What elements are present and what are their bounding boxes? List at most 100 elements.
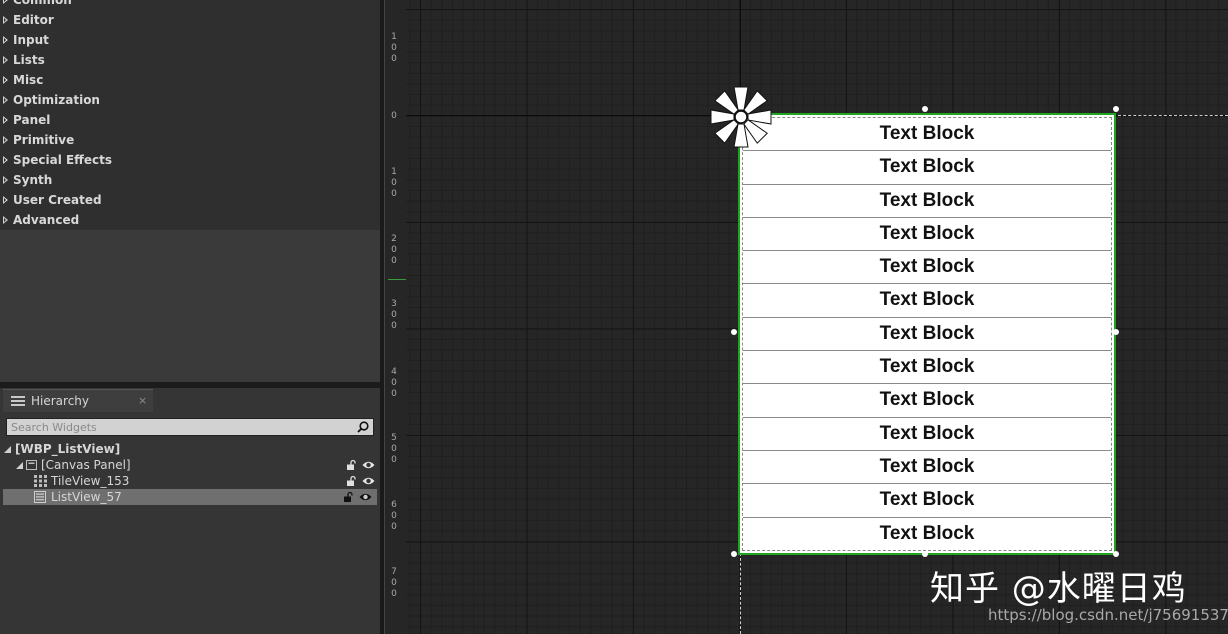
watermark-url: https://blog.csdn.net/j756915370 <box>988 606 1228 624</box>
watermark-zhihu: 知乎 @水曜日鸡 <box>930 569 1187 609</box>
palette-category-label: Advanced <box>13 213 80 227</box>
unlock-icon[interactable] <box>344 492 353 502</box>
ruler-tick-label: 5 0 0 <box>391 433 397 465</box>
listview-widget[interactable]: Text Block Text Block Text Block Text Block… <box>738 113 1116 555</box>
resize-handle-bottom-right[interactable] <box>1113 551 1119 557</box>
palette-category-panel[interactable]: Panel <box>0 110 380 130</box>
search-widgets-box <box>6 418 374 436</box>
resize-handle-top-right[interactable] <box>1113 106 1119 112</box>
list-item-text-block[interactable]: Text Block <box>743 418 1111 451</box>
tree-item-canvas-panel[interactable]: [Canvas Panel] <box>0 457 380 473</box>
listview-entries: Text Block Text Block Text Block Text Block… <box>742 117 1112 551</box>
search-widgets-input[interactable] <box>11 419 351 435</box>
palette-category-label: Synth <box>13 173 53 187</box>
palette-category-label: Panel <box>13 113 51 127</box>
palette-category-primitive[interactable]: Primitive <box>0 130 380 150</box>
hierarchy-panel: Hierarchy × [WBP_ListView] [Canvas Panel… <box>0 388 380 634</box>
expand-triangle-icon <box>3 36 8 44</box>
expand-triangle-icon <box>3 116 8 124</box>
tab-hierarchy[interactable]: Hierarchy × <box>3 389 153 412</box>
tree-item-listview[interactable]: ListView_57 <box>3 489 377 505</box>
tree-item-label: [WBP_ListView] <box>15 442 121 456</box>
list-item-text-block[interactable]: Text Block <box>743 118 1111 152</box>
ruler-tick-label: 2 0 0 <box>391 234 397 266</box>
unlock-icon[interactable] <box>347 476 356 486</box>
designer-canvas[interactable]: Text Block Text Block Text Block Text Block… <box>406 0 1228 634</box>
eye-icon[interactable] <box>362 460 375 470</box>
expand-triangle-icon <box>3 0 8 4</box>
palette-category-editor[interactable]: Editor <box>0 10 380 30</box>
search-icon[interactable] <box>357 421 369 433</box>
palette-category-label: Common <box>13 0 72 7</box>
tree-item-label: [Canvas Panel] <box>41 458 131 472</box>
expand-triangle-icon <box>3 96 8 104</box>
ruler-tick-label: 1 0 0 <box>391 32 397 64</box>
palette-category-label: Primitive <box>13 133 75 147</box>
resize-handle-left[interactable] <box>731 329 737 335</box>
palette-category-user-created[interactable]: User Created <box>0 190 380 210</box>
list-item-text-block[interactable]: Text Block <box>743 484 1111 518</box>
palette-category-advanced[interactable]: Advanced <box>0 210 380 230</box>
ruler-tick-label: 4 0 0 <box>391 367 397 399</box>
list-item-text-block[interactable]: Text Block <box>743 518 1111 551</box>
palette-category-common[interactable]: Common <box>0 0 380 10</box>
list-item-text-block[interactable]: Text Block <box>743 451 1111 485</box>
palette-category-special-effects[interactable]: Special Effects <box>0 150 380 170</box>
expand-triangle-icon[interactable] <box>16 462 23 469</box>
expand-triangle-icon[interactable] <box>4 446 11 453</box>
palette-category-label: Optimization <box>13 93 100 107</box>
tab-hierarchy-label: Hierarchy <box>31 394 90 408</box>
ruler-tick-label: 7 0 0 <box>391 567 397 599</box>
anchor-flower-icon[interactable] <box>708 84 774 150</box>
ruler-tick-label: 3 0 0 <box>391 299 397 331</box>
palette-category-misc[interactable]: Misc <box>0 70 380 90</box>
tree-item-label: TileView_153 <box>51 474 130 488</box>
list-item-text-block[interactable]: Text Block <box>743 351 1111 385</box>
list-view-icon <box>34 491 46 503</box>
palette-category-label: Input <box>13 33 49 47</box>
palette-category-list: Common Editor Input Lists Misc Optimization Pa… <box>0 0 380 230</box>
resize-handle-top[interactable] <box>922 106 928 112</box>
palette-category-label: Special Effects <box>13 153 113 167</box>
ruler-cursor-marker <box>388 279 406 280</box>
list-item-text-block[interactable]: Text Block <box>743 151 1111 185</box>
palette-category-label: Editor <box>13 13 54 27</box>
palette-category-label: Lists <box>13 53 45 67</box>
palette-category-optimization[interactable]: Optimization <box>0 90 380 110</box>
list-item-text-block[interactable]: Text Block <box>743 218 1111 252</box>
close-icon[interactable]: × <box>138 390 147 412</box>
resize-handle-bottom[interactable] <box>922 551 928 557</box>
guide-line-horizontal <box>1118 115 1228 116</box>
guide-line-vertical <box>740 553 741 634</box>
list-item-text-block[interactable]: Text Block <box>743 318 1111 352</box>
unlock-icon[interactable] <box>347 460 356 470</box>
expand-triangle-icon <box>3 176 8 184</box>
eye-icon[interactable] <box>362 476 375 486</box>
resize-handle-right[interactable] <box>1113 329 1119 335</box>
palette-category-lists[interactable]: Lists <box>0 50 380 70</box>
palette-category-input[interactable]: Input <box>0 30 380 50</box>
ruler-tick-label: 1 0 0 <box>391 167 397 199</box>
expand-triangle-icon <box>3 76 8 84</box>
palette-category-label: Misc <box>13 73 44 87</box>
expand-triangle-icon <box>3 156 8 164</box>
list-item-text-block[interactable]: Text Block <box>743 384 1111 418</box>
expand-triangle-icon <box>3 16 8 24</box>
palette-category-label: User Created <box>13 193 102 207</box>
ruler-tick-label: 0 <box>391 111 397 121</box>
resize-handle-bottom-left[interactable] <box>731 551 737 557</box>
vertical-ruler: 1 0 0 0 1 0 0 2 0 0 3 0 0 4 0 0 5 0 0 6 0 0 7 0 … <box>384 0 407 634</box>
list-item-text-block[interactable]: Text Block <box>743 284 1111 318</box>
canvas-panel-icon <box>26 460 37 470</box>
eye-icon[interactable] <box>359 492 372 502</box>
palette-empty-area <box>0 226 380 382</box>
list-item-text-block[interactable]: Text Block <box>743 251 1111 285</box>
tile-view-icon <box>34 475 47 487</box>
tree-item-wbp-listview[interactable]: [WBP_ListView] <box>0 441 380 457</box>
palette-category-synth[interactable]: Synth <box>0 170 380 190</box>
tree-item-label: ListView_57 <box>51 490 122 504</box>
tree-item-tileview[interactable]: TileView_153 <box>0 473 380 489</box>
list-item-text-block[interactable]: Text Block <box>743 185 1111 218</box>
expand-triangle-icon <box>3 56 8 64</box>
expand-triangle-icon <box>3 196 8 204</box>
